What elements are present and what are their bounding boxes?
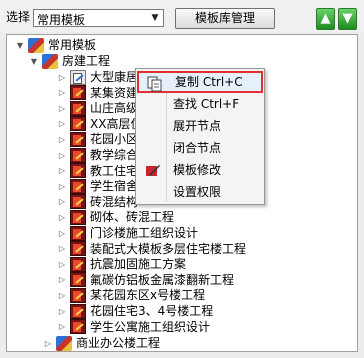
chevron-down-icon[interactable]: ▼ [147, 10, 163, 26]
menu-item-label: 展开节点 [173, 119, 222, 133]
template-icon [70, 209, 86, 225]
template-icon [70, 256, 86, 272]
tree-item-label: 抗震加固施工方案 [90, 257, 187, 272]
expander-icon[interactable]: ▷ [57, 212, 67, 222]
template-icon [70, 163, 86, 179]
tree-item[interactable]: ▷ 某花园东区x号楼工程 [57, 287, 205, 303]
select-label: 选择 [6, 10, 31, 24]
template-icon [70, 272, 86, 288]
tree-item-label: 教工住宅 [90, 163, 139, 178]
expander-icon[interactable]: ▷ [57, 275, 67, 285]
move-up-icon[interactable]: ▲ [316, 8, 335, 30]
menu-item[interactable]: 设置权限 [137, 181, 263, 203]
tree-group[interactable]: ▼ 房建工程 [29, 53, 110, 69]
expander-icon[interactable]: ▷ [57, 119, 67, 129]
template-icon [70, 241, 86, 257]
template-icon [70, 194, 86, 210]
toolbar: 选择 常用模板 ▼ 模板库管理 ▲ ▼ [0, 0, 364, 32]
expander-icon[interactable]: ▷ [57, 290, 67, 300]
template-icon [70, 303, 86, 319]
tree-item-label: 门诊楼施工组织设计 [90, 226, 199, 240]
expander-icon[interactable]: ▷ [57, 88, 67, 98]
expander-icon[interactable]: ▷ [57, 322, 67, 332]
menu-item[interactable]: 展开节点 [137, 115, 263, 137]
tree-group-label: 商业办公楼工程 [76, 336, 161, 350]
template-icon [70, 319, 86, 335]
edit-icon [145, 162, 161, 178]
tree-item-label: 砖混结构 [90, 194, 139, 209]
tree-item[interactable]: ▷ 门诊楼施工组织设计 [57, 225, 198, 241]
menu-item[interactable]: 模板修改 [137, 159, 263, 181]
tree-item-label: 氟碳仿铝板金属漆翻新工程 [90, 272, 235, 287]
tree-item-label: 某花园东区x号楼工程 [90, 288, 206, 303]
template-icon [70, 69, 86, 85]
select-value: 常用模板 [37, 13, 86, 27]
expander-icon[interactable]: ▷ [57, 166, 67, 176]
template-icon [70, 85, 86, 101]
menu-item-label: 设置权限 [173, 185, 222, 199]
expander-icon[interactable]: ▷ [57, 72, 67, 82]
template-icon [70, 131, 86, 147]
tree-item[interactable]: ▷ 砖混结构 [57, 194, 138, 210]
tree-item[interactable]: ▷ 学生宿舍 [57, 178, 138, 194]
tree-group-label: 房建工程 [62, 54, 111, 68]
tree-item[interactable]: ▷ 抗震加固施工方案 [57, 256, 186, 272]
template-icon [70, 100, 86, 116]
folder-icon [56, 335, 72, 351]
expander-icon[interactable]: ▷ [57, 306, 67, 316]
tree-item-label: 装配式大模板多层住宅楼工程 [90, 241, 247, 256]
expander-icon[interactable]: ▷ [43, 338, 53, 348]
menu-item[interactable]: 查找 Ctrl+F [137, 93, 263, 115]
menu-item[interactable]: 复制 Ctrl+C [137, 71, 263, 93]
expander-icon[interactable]: ▷ [57, 181, 67, 191]
menu-item-label: 复制 Ctrl+C [175, 75, 243, 89]
expander-icon[interactable]: ▷ [57, 103, 67, 113]
expander-icon[interactable]: ▼ [15, 40, 25, 50]
tree-item-label: 花园住宅3、4号楼工程 [90, 304, 214, 318]
menu-item-label: 查找 Ctrl+F [173, 97, 240, 111]
template-category-select[interactable]: 常用模板 ▼ [33, 9, 164, 27]
tree-item-label: 砌体、砖混工程 [90, 210, 175, 225]
move-down-icon[interactable]: ▼ [338, 8, 357, 30]
tree-root-label: 常用模板 [48, 38, 97, 52]
template-icon [70, 147, 86, 163]
tree-item[interactable]: ▷ 教工住宅 [57, 163, 138, 179]
tree-item[interactable]: ▷ 花园小区 [57, 131, 138, 147]
expander-icon[interactable]: ▷ [57, 150, 67, 160]
template-icon [70, 287, 86, 303]
menu-item[interactable]: 闭合节点 [137, 137, 263, 159]
folder-icon [42, 53, 58, 69]
tree-item[interactable]: ▷ 氟碳仿铝板金属漆翻新工程 [57, 272, 234, 288]
menu-item-label: 模板修改 [173, 163, 222, 177]
menu-item-label: 闭合节点 [173, 141, 222, 155]
tree-item-label: 花园小区 [90, 132, 139, 147]
template-icon [70, 116, 86, 132]
folder-icon [28, 37, 44, 53]
expander-icon[interactable]: ▷ [57, 197, 67, 207]
tree-item[interactable]: ▷ 学生公寓施工组织设计 [57, 319, 210, 335]
tree-item-label: 学生宿舍 [90, 179, 139, 194]
copy-icon [147, 76, 163, 92]
context-menu: 复制 Ctrl+C 查找 Ctrl+F 展开节点闭合节点模板修改设置权限 [135, 68, 265, 205]
tree-item[interactable]: ▷ 花园住宅3、4号楼工程 [57, 303, 213, 319]
tree-item[interactable]: ▷ 砌体、砖混工程 [57, 209, 174, 225]
expander-icon[interactable]: ▷ [57, 228, 67, 238]
tree-root[interactable]: ▼ 常用模板 [15, 37, 96, 53]
template-icon [70, 178, 86, 194]
tree-group-commercial[interactable]: ▷ 商业办公楼工程 [43, 335, 160, 351]
template-icon [70, 225, 86, 241]
tree-item[interactable]: ▷ 装配式大模板多层住宅楼工程 [57, 241, 246, 257]
expander-icon[interactable]: ▷ [57, 244, 67, 254]
tree-item-label: 学生公寓施工组织设计 [90, 319, 211, 334]
template-library-manager-button[interactable]: 模板库管理 [175, 8, 275, 29]
expander-icon[interactable]: ▼ [29, 56, 39, 66]
expander-icon[interactable]: ▷ [57, 134, 67, 144]
expander-icon[interactable]: ▷ [57, 259, 67, 269]
